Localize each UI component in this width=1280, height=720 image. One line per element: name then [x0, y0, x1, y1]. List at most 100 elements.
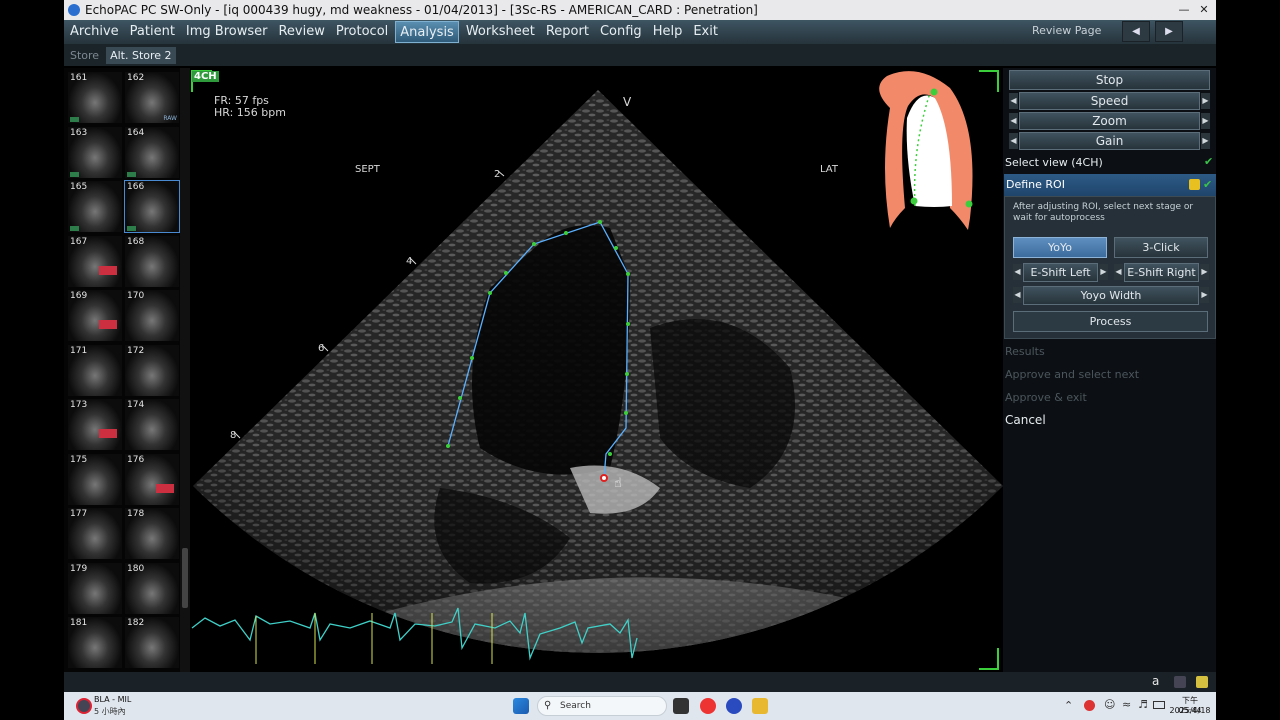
scrollbar-thumb[interactable] [182, 548, 188, 608]
next-page-button[interactable]: ▶ [1155, 21, 1183, 42]
thumbnail-172[interactable]: 172 [125, 344, 179, 396]
thumbnail-173[interactable]: 173 [68, 399, 122, 450]
thumbnail-165[interactable]: 165 [68, 181, 122, 232]
windows-start-icon[interactable] [513, 698, 529, 714]
thumbnail-176[interactable]: 176 [125, 453, 179, 505]
prev-page-button[interactable]: ◀ [1122, 21, 1150, 42]
zoom-slider[interactable]: Zoom [1019, 112, 1200, 130]
menu-archive[interactable]: Archive [66, 21, 123, 43]
menu-img-browser[interactable]: Img Browser [182, 21, 272, 43]
taskbar-date[interactable]: 2025/4/18 [1168, 706, 1212, 715]
yoyo-width-left-arrow[interactable]: ◀ [1013, 287, 1022, 303]
store-button[interactable]: Store [66, 47, 103, 64]
depth-mark-8: 8 [230, 430, 237, 441]
yoyo-width-right-arrow[interactable]: ▶ [1200, 287, 1209, 303]
thumbnail-171[interactable]: 171 [68, 344, 122, 396]
speed-left-arrow[interactable]: ◀ [1009, 93, 1018, 109]
menu-help[interactable]: Help [649, 21, 687, 43]
thumbnail-number: 169 [70, 291, 88, 301]
task-view-icon[interactable] [673, 698, 689, 714]
gain-slider[interactable]: Gain [1019, 132, 1200, 150]
thumbnail-175[interactable]: 175 [68, 453, 122, 505]
eshift-left-arrow[interactable]: ◀ [1013, 264, 1022, 280]
minimize-icon[interactable]: — [1176, 2, 1192, 18]
gain-right-arrow[interactable]: ▶ [1201, 133, 1210, 149]
heart-model-icon [879, 71, 973, 230]
close-icon[interactable]: ✕ [1196, 2, 1212, 18]
app-icon-echopac[interactable] [700, 698, 716, 714]
results-step: Results [1005, 345, 1045, 358]
title-bar: EchoPAC PC SW-Only - [iq 000439 hugy, md… [64, 0, 1216, 20]
printer-icon[interactable] [1196, 676, 1208, 688]
thumbnail-177[interactable]: 177 [68, 508, 122, 559]
thumbnail-164[interactable]: 164 [125, 126, 179, 178]
tray-chevron-icon[interactable]: ⌃ [1064, 699, 1073, 712]
thumbnail-180[interactable]: 180 [125, 562, 179, 614]
process-button[interactable]: Process [1013, 311, 1208, 332]
thumbnail-163[interactable]: 163 [68, 126, 122, 178]
store-bar: Store Alt. Store 2 [64, 44, 1216, 66]
menu-config[interactable]: Config [596, 21, 646, 43]
menu-review[interactable]: Review [274, 21, 328, 43]
stop-button[interactable]: Stop [1009, 70, 1210, 90]
thumbnail-169[interactable]: 169 [68, 290, 122, 341]
doppler-overlay-icon [99, 320, 117, 329]
eshift-right-left-arrow[interactable]: ◀ [1114, 264, 1123, 280]
window-title: EchoPAC PC SW-Only - [iq 000439 hugy, md… [85, 3, 758, 17]
volume-icon[interactable]: ♬ [1138, 698, 1148, 711]
three-click-button[interactable]: 3-Click [1114, 237, 1208, 258]
eshift-right-arrow[interactable]: ▶ [1200, 264, 1209, 280]
zoom-right-arrow[interactable]: ▶ [1201, 113, 1210, 129]
thumbnail-178[interactable]: 178 [125, 508, 179, 559]
clip-tag-icon [127, 226, 136, 231]
tray-app-icon[interactable] [1084, 700, 1095, 711]
thumbnail-181[interactable]: 181 [68, 617, 122, 668]
app-icon-ge[interactable] [726, 698, 742, 714]
select-view-step[interactable]: Select view (4CH) [1005, 156, 1103, 169]
thumbnail-168[interactable]: 168 [125, 235, 179, 287]
alt-store-button[interactable]: Alt. Store 2 [106, 46, 176, 64]
notification-app-icon[interactable] [76, 698, 92, 714]
menu-analysis[interactable]: Analysis [395, 21, 459, 43]
thumbnail-161[interactable]: 161 [68, 72, 122, 123]
doppler-overlay-icon [99, 429, 117, 438]
menu-worksheet[interactable]: Worksheet [462, 21, 539, 43]
zoom-left-arrow[interactable]: ◀ [1009, 113, 1018, 129]
thumbnail-182[interactable]: 182 [125, 617, 179, 668]
taskbar-search[interactable]: ⚲ Search [537, 696, 667, 716]
echopac-app-icon [68, 4, 80, 16]
thumbnail-166[interactable]: 166 [124, 180, 180, 233]
yoyo-width-slider[interactable]: Yoyo Width [1023, 286, 1199, 305]
notification-subtitle: 5 小時內 [94, 707, 126, 716]
thumbnail-179[interactable]: 179 [68, 562, 122, 614]
eshift-left-right-arrow[interactable]: ▶ [1099, 264, 1108, 280]
gain-left-arrow[interactable]: ◀ [1009, 133, 1018, 149]
thumbnail-167[interactable]: 167 [68, 235, 122, 287]
thumbnail-174[interactable]: 174 [125, 399, 179, 450]
thumbnail-162[interactable]: 162 RAW [125, 72, 179, 123]
eshift-left-button[interactable]: E-Shift Left [1023, 263, 1098, 282]
undo-icon[interactable] [1189, 179, 1200, 190]
ultrasound-view[interactable]: 4CH FR: 57 fps HR: 156 bpm V SEPT LAT 2 … [190, 68, 1003, 672]
thumbnail-panel: 161 162 RAW 163 164 165 166 167 168 169 170 171 172 1… [64, 68, 180, 672]
file-explorer-icon[interactable] [752, 698, 768, 714]
menu-exit[interactable]: Exit [689, 21, 722, 43]
thumbnail-scrollbar[interactable] [180, 68, 190, 672]
menu-report[interactable]: Report [542, 21, 593, 43]
tool-icon[interactable] [1174, 676, 1186, 688]
yoyo-button[interactable]: YoYo [1013, 237, 1107, 258]
menu-protocol[interactable]: Protocol [332, 21, 392, 43]
eshift-right-button[interactable]: E-Shift Right [1124, 263, 1199, 282]
thumbnail-number: 161 [70, 73, 88, 83]
thumbnail-number: 167 [70, 236, 88, 247]
cancel-step[interactable]: Cancel [1005, 413, 1046, 427]
menu-patient[interactable]: Patient [126, 21, 179, 43]
speed-slider[interactable]: Speed [1019, 92, 1200, 110]
speed-right-arrow[interactable]: ▶ [1201, 93, 1210, 109]
battery-icon[interactable] [1153, 701, 1165, 709]
thumbnail-170[interactable]: 170 [125, 290, 179, 341]
clip-tag-icon [127, 171, 136, 177]
define-roi-step[interactable]: Define ROI ✔ [1004, 174, 1216, 196]
emoji-icon[interactable]: ☺ [1104, 698, 1115, 711]
wifi-icon[interactable]: ≈ [1122, 698, 1131, 711]
